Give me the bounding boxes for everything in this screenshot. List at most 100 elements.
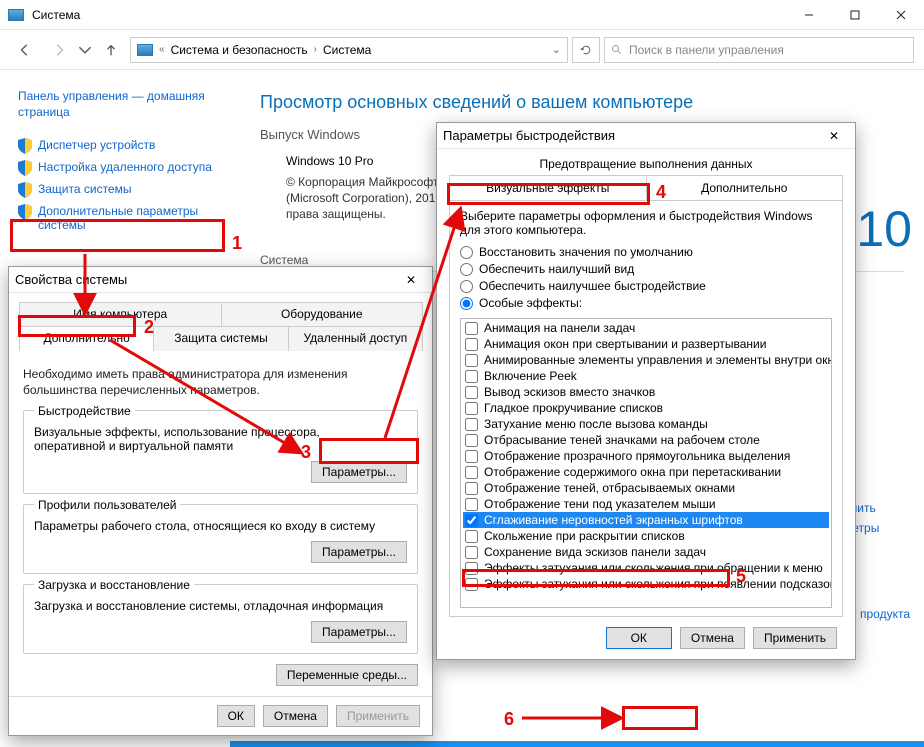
- sysprops-tab-remote[interactable]: Удаленный доступ: [288, 326, 423, 351]
- sysprops-ok-button[interactable]: ОК: [217, 705, 255, 727]
- effect-checkbox[interactable]: [465, 418, 478, 431]
- effect-label: Анимированные элементы управления и элем…: [484, 353, 832, 367]
- perfopts-tab-advanced[interactable]: Дополнительно: [647, 176, 843, 200]
- sysprops-title: Свойства системы: [15, 272, 396, 287]
- effect-label: Отображение теней, отбрасываемых окнами: [484, 481, 735, 495]
- sysprops-cancel-button[interactable]: Отмена: [263, 705, 328, 727]
- refresh-button[interactable]: [572, 37, 600, 63]
- sysprops-tab-name[interactable]: Имя компьютера: [19, 302, 222, 326]
- perf-settings-button[interactable]: Параметры...: [311, 461, 407, 483]
- effect-checkbox[interactable]: [465, 322, 478, 335]
- env-vars-button[interactable]: Переменные среды...: [276, 664, 418, 686]
- perf-desc: Визуальные эффекты, использование процес…: [34, 425, 334, 453]
- effect-item[interactable]: Отображение прозрачного прямоугольника в…: [463, 448, 829, 464]
- effect-item[interactable]: Включение Peek: [463, 368, 829, 384]
- sysprops-admin-hint: Необходимо иметь права администратора дл…: [23, 367, 418, 398]
- sysprops-close-button[interactable]: ✕: [396, 273, 426, 287]
- effect-checkbox[interactable]: [465, 466, 478, 479]
- effect-checkbox[interactable]: [465, 402, 478, 415]
- effect-label: Скольжение при раскрытии списков: [484, 529, 685, 543]
- search-input[interactable]: Поиск в панели управления: [604, 37, 914, 63]
- sidebar-item-label: Защита системы: [38, 182, 131, 196]
- effect-item[interactable]: Анимация окон при свертывании и разверты…: [463, 336, 829, 352]
- radio-best-perf[interactable]: Обеспечить наилучшее быстродействие: [460, 279, 832, 293]
- radio-default[interactable]: Восстановить значения по умолчанию: [460, 245, 832, 259]
- minimize-button[interactable]: [786, 0, 832, 30]
- history-dropdown[interactable]: [78, 36, 92, 64]
- effect-checkbox[interactable]: [465, 530, 478, 543]
- effect-checkbox[interactable]: [465, 562, 478, 575]
- sysprops-tab-hardware[interactable]: Оборудование: [221, 302, 424, 326]
- effect-label: Отображение прозрачного прямоугольника в…: [484, 449, 790, 463]
- breadcrumb-item-1[interactable]: Система и безопасность: [171, 43, 308, 57]
- sysprops-tab-protection[interactable]: Защита системы: [153, 326, 288, 351]
- effect-checkbox[interactable]: [465, 514, 478, 527]
- profiles-group: Профили пользователей Параметры рабочего…: [23, 504, 418, 574]
- perfopts-apply-button[interactable]: Применить: [753, 627, 837, 649]
- radio-custom[interactable]: Особые эффекты:: [460, 296, 832, 310]
- effects-listbox[interactable]: Анимация на панели задачАнимация окон пр…: [460, 318, 832, 608]
- effect-checkbox[interactable]: [465, 338, 478, 351]
- effect-checkbox[interactable]: [465, 482, 478, 495]
- perfopts-dep-caption: Предотвращение выполнения данных: [437, 157, 855, 171]
- perfopts-cancel-button[interactable]: Отмена: [680, 627, 745, 649]
- breadcrumb-chevron: «: [159, 44, 165, 55]
- perfopts-close-button[interactable]: ✕: [819, 129, 849, 143]
- effect-label: Отображение тени под указателем мыши: [484, 497, 716, 511]
- sidebar-item-remote[interactable]: Настройка удаленного доступа: [18, 160, 222, 176]
- back-button[interactable]: [10, 36, 40, 64]
- address-bar[interactable]: « Система и безопасность › Система ⌄: [130, 37, 568, 63]
- effect-item[interactable]: Эффекты затухания или скольжения при обр…: [463, 560, 829, 576]
- effect-item[interactable]: Вывод эскизов вместо значков: [463, 384, 829, 400]
- address-dropdown-icon[interactable]: ⌄: [552, 43, 561, 56]
- effect-item[interactable]: Сохранение вида эскизов панели задач: [463, 544, 829, 560]
- close-button[interactable]: [878, 0, 924, 30]
- perfopts-ok-button[interactable]: ОК: [606, 627, 672, 649]
- sidebar-item-device-manager[interactable]: Диспетчер устройств: [18, 138, 222, 154]
- sysprops-tab-advanced[interactable]: Дополнительно: [19, 326, 154, 351]
- effect-item[interactable]: Отбрасывание теней значками на рабочем с…: [463, 432, 829, 448]
- shield-icon: [18, 138, 32, 154]
- effect-checkbox[interactable]: [465, 546, 478, 559]
- radio-best-look[interactable]: Обеспечить наилучший вид: [460, 262, 832, 276]
- effect-checkbox[interactable]: [465, 370, 478, 383]
- effect-checkbox[interactable]: [465, 578, 478, 591]
- maximize-button[interactable]: [832, 0, 878, 30]
- profiles-button[interactable]: Параметры...: [311, 541, 407, 563]
- effect-checkbox[interactable]: [465, 386, 478, 399]
- effect-checkbox[interactable]: [465, 498, 478, 511]
- effect-item[interactable]: Эффекты затухания или скольжения при поя…: [463, 576, 829, 592]
- effect-item[interactable]: Анимированные элементы управления и элем…: [463, 352, 829, 368]
- window-titlebar: Система: [0, 0, 924, 30]
- effect-item[interactable]: Сглаживание неровностей экранных шрифтов: [463, 512, 829, 528]
- effect-checkbox[interactable]: [465, 354, 478, 367]
- effect-checkbox[interactable]: [465, 450, 478, 463]
- effect-item[interactable]: Анимация на панели задач: [463, 320, 829, 336]
- effect-item[interactable]: Отображение содержимого окна при перетас…: [463, 464, 829, 480]
- up-button[interactable]: [96, 36, 126, 64]
- shield-icon: [18, 182, 32, 198]
- effect-label: Сглаживание неровностей экранных шрифтов: [484, 513, 743, 527]
- search-placeholder: Поиск в панели управления: [629, 43, 784, 57]
- cp-home-link[interactable]: Панель управления — домашняя страница: [18, 88, 222, 120]
- sidebar-item-protection[interactable]: Защита системы: [18, 182, 222, 198]
- perfopts-hint: Выберите параметры оформления и быстроде…: [460, 209, 832, 237]
- shield-icon: [18, 160, 32, 176]
- effect-item[interactable]: Скольжение при раскрытии списков: [463, 528, 829, 544]
- effect-label: Затухание меню после вызова команды: [484, 417, 708, 431]
- effect-item[interactable]: Отображение теней, отбрасываемых окнами: [463, 480, 829, 496]
- startup-button[interactable]: Параметры...: [311, 621, 407, 643]
- effect-item[interactable]: Затухание меню после вызова команды: [463, 416, 829, 432]
- chevron-right-icon: ›: [314, 44, 317, 55]
- forward-button[interactable]: [44, 36, 74, 64]
- effect-item[interactable]: Гладкое прокручивание списков: [463, 400, 829, 416]
- effect-item[interactable]: Отображение тени под указателем мыши: [463, 496, 829, 512]
- effect-checkbox[interactable]: [465, 434, 478, 447]
- perfopts-tab-visual[interactable]: Визуальные эффекты: [450, 176, 647, 200]
- breadcrumb-item-2[interactable]: Система: [323, 43, 371, 57]
- effect-label: Эффекты затухания или скольжения при поя…: [484, 577, 832, 591]
- sysprops-apply-button[interactable]: Применить: [336, 705, 420, 727]
- perf-options-dialog: Параметры быстродействия ✕ Предотвращени…: [436, 122, 856, 660]
- app-icon: [8, 9, 24, 21]
- sidebar-item-advanced[interactable]: Дополнительные параметры системы: [18, 204, 222, 232]
